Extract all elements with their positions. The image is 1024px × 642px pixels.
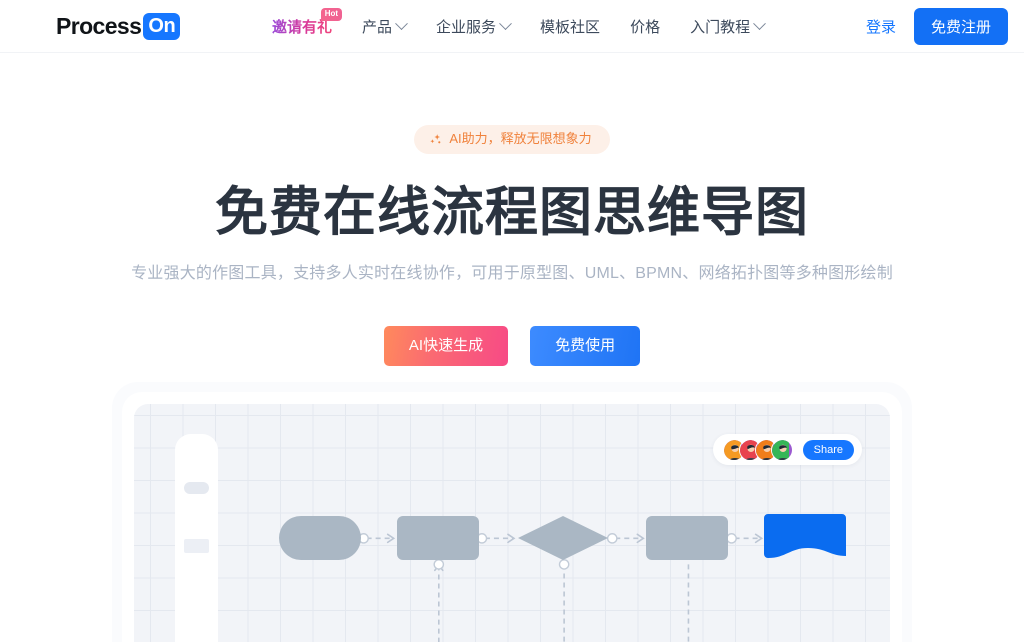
sparkle-icon — [429, 133, 442, 146]
app-preview-frame: Share — [122, 392, 902, 642]
avatar[interactable] — [770, 438, 793, 461]
nav-item-label: 入门教程 — [690, 19, 751, 36]
hero-section: AI助力，释放无限想象力 免费在线流程图思维导图 专业强大的作图工具，支持多人实… — [0, 53, 1024, 366]
nav-item-pricing[interactable]: 价格 — [630, 0, 660, 53]
hero-subtitle: 专业强大的作图工具，支持多人实时在线协作，可用于原型图、UML、BPMN、网络拓… — [131, 265, 893, 282]
flow-shape-process[interactable] — [397, 516, 479, 560]
nav-item-label: 产品 — [362, 19, 393, 36]
collaboration-bar: Share — [712, 434, 862, 465]
flow-shape-start[interactable] — [279, 516, 361, 560]
tool-shape-pill[interactable] — [184, 482, 209, 494]
hot-badge: Hot — [320, 8, 343, 21]
main-nav: 邀请有礼 Hot 产品 企业服务 模板社区 价格 入门教程 — [272, 0, 766, 53]
nav-item-label: 价格 — [630, 19, 661, 36]
logo-badge: On — [143, 12, 181, 40]
nav-item-enterprise[interactable]: 企业服务 — [436, 0, 512, 53]
ai-badge-label: AI助力，释放无限想象力 — [449, 131, 592, 146]
signup-button[interactable]: 免费注册 — [913, 8, 1008, 45]
tool-shape-rect[interactable] — [184, 539, 209, 553]
editor-canvas[interactable]: Share — [134, 404, 890, 642]
page-title: 免费在线流程图思维导图 — [215, 183, 809, 242]
nav-item-invite[interactable]: 邀请有礼 Hot — [272, 0, 343, 53]
share-button[interactable]: Share — [802, 439, 854, 460]
editor-tool-sidebar[interactable] — [175, 434, 218, 642]
chevron-down-icon — [499, 17, 512, 31]
nav-item-products[interactable]: 产品 — [362, 0, 408, 53]
nav-item-templates[interactable]: 模板社区 — [540, 0, 600, 53]
nav-item-label: 企业服务 — [436, 19, 497, 36]
logo-text: Process — [56, 13, 142, 39]
cta-row: AI快速生成 免费使用 — [0, 326, 1024, 366]
chevron-down-icon — [395, 17, 408, 31]
flow-shape-decision[interactable] — [517, 515, 609, 561]
free-use-button[interactable]: 免费使用 — [530, 326, 641, 366]
site-header: Process On 邀请有礼 Hot 产品 企业服务 模板社区 价格 入门教程… — [0, 0, 1024, 53]
nav-item-tutorial[interactable]: 入门教程 — [690, 0, 766, 53]
logo[interactable]: Process On — [56, 12, 181, 40]
login-link[interactable]: 登录 — [866, 16, 896, 37]
flow-shape-process-2[interactable] — [646, 516, 728, 560]
chevron-down-icon — [753, 17, 766, 31]
ai-generate-button[interactable]: AI快速生成 — [383, 326, 509, 366]
nav-item-label: 模板社区 — [540, 19, 601, 36]
app-preview-window: Share — [112, 382, 912, 642]
header-actions: 登录 免费注册 — [866, 0, 1008, 53]
ai-badge[interactable]: AI助力，释放无限想象力 — [414, 125, 610, 154]
flow-shape-document[interactable] — [764, 514, 846, 562]
avatar-group — [722, 438, 793, 461]
